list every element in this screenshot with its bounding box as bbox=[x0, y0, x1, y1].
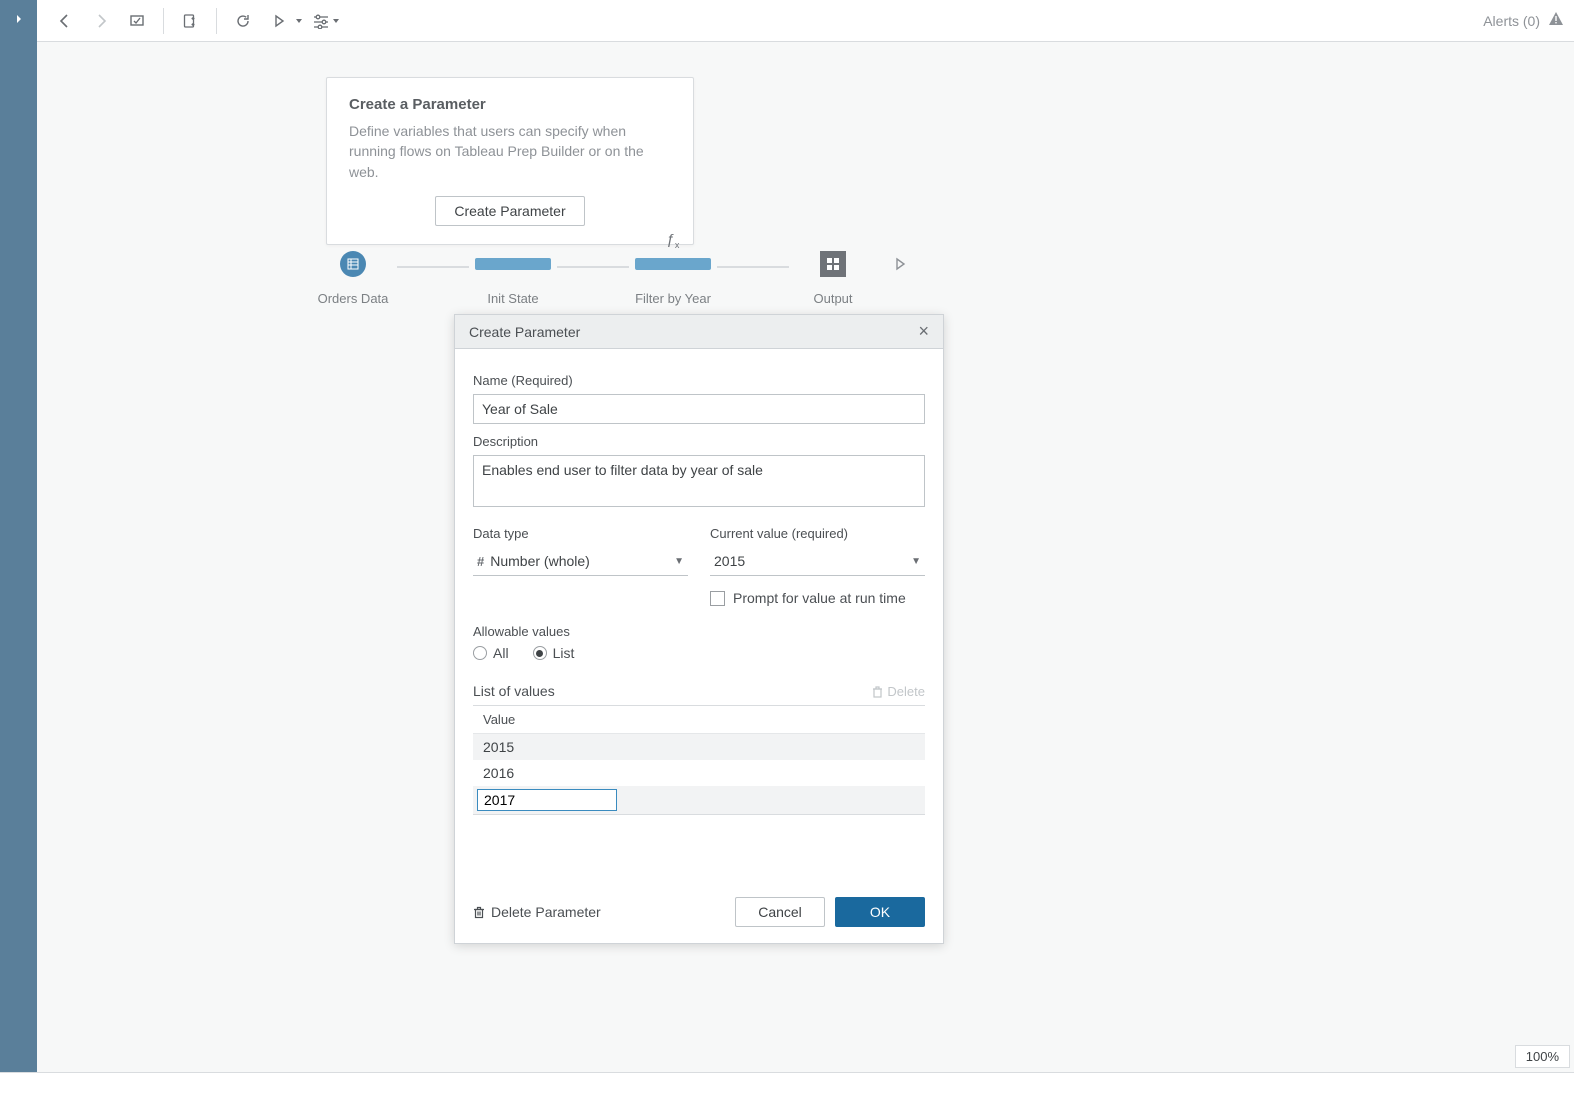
toolbar-separator-2 bbox=[216, 8, 217, 34]
presentation-button[interactable] bbox=[122, 6, 152, 36]
tip-description: Define variables that users can specify … bbox=[349, 121, 671, 182]
flow-link bbox=[557, 266, 629, 268]
datasource-icon bbox=[340, 251, 366, 277]
step-icon bbox=[635, 258, 711, 270]
value-row[interactable]: 2016 bbox=[473, 760, 925, 786]
create-parameter-button[interactable]: Create Parameter bbox=[435, 196, 584, 226]
value-edit-input[interactable] bbox=[477, 789, 617, 811]
flow-link bbox=[397, 266, 469, 268]
flow-node-label: Orders Data bbox=[318, 291, 389, 306]
allow-all-label: All bbox=[493, 645, 509, 661]
delete-parameter-button[interactable]: Delete Parameter bbox=[473, 904, 601, 920]
dialog-header: Create Parameter × bbox=[455, 315, 943, 349]
datatype-value: Number (whole) bbox=[490, 553, 590, 569]
save-button[interactable] bbox=[175, 6, 205, 36]
chevron-down-icon: ▼ bbox=[674, 556, 684, 567]
list-of-values-label: List of values bbox=[473, 683, 555, 699]
flow-link bbox=[717, 266, 789, 268]
allow-list-label: List bbox=[553, 645, 575, 661]
allow-list-radio[interactable]: List bbox=[533, 645, 575, 661]
settings-button[interactable] bbox=[311, 6, 341, 36]
run-button[interactable] bbox=[264, 6, 294, 36]
flow-node-output[interactable]: Output bbox=[787, 251, 879, 306]
name-label: Name (Required) bbox=[473, 373, 925, 388]
flow-node-label: Output bbox=[813, 291, 852, 306]
toolbar-separator-1 bbox=[163, 8, 164, 34]
allowable-values-label: Allowable values bbox=[473, 624, 925, 639]
description-label: Description bbox=[473, 434, 925, 449]
run-dropdown[interactable] bbox=[293, 6, 305, 36]
sidebar-expand-button[interactable] bbox=[0, 0, 37, 38]
current-value-select[interactable]: 2015 ▼ bbox=[710, 547, 925, 576]
current-value: 2015 bbox=[714, 553, 745, 569]
flow-node-filter-by-year[interactable]: ƒx Filter by Year bbox=[627, 251, 719, 306]
allow-all-radio[interactable]: All bbox=[473, 645, 509, 661]
forward-button[interactable] bbox=[86, 6, 116, 36]
back-button[interactable] bbox=[50, 6, 80, 36]
flow-node-orders-data[interactable]: Orders Data bbox=[307, 251, 399, 306]
parameter-glyph-icon: ƒx bbox=[667, 231, 680, 250]
flow-node-label: Init State bbox=[487, 291, 538, 306]
cancel-button[interactable]: Cancel bbox=[735, 897, 825, 927]
flow-node-label: Filter by Year bbox=[635, 291, 711, 306]
alert-icon[interactable] bbox=[1548, 11, 1564, 30]
toolbar: Alerts (0) bbox=[37, 0, 1574, 42]
status-bar bbox=[0, 1072, 1574, 1096]
flow-canvas[interactable]: Create a Parameter Define variables that… bbox=[37, 42, 1574, 1072]
create-parameter-tip-card: Create a Parameter Define variables that… bbox=[326, 77, 694, 245]
values-header: Value bbox=[473, 706, 925, 734]
sidebar-gutter bbox=[0, 38, 37, 1072]
value-row[interactable]: 2015 bbox=[473, 734, 925, 760]
flow-diagram: Orders Data Init State ƒx Filter by Year… bbox=[307, 251, 907, 306]
step-icon bbox=[475, 258, 551, 270]
close-icon[interactable]: × bbox=[918, 321, 929, 342]
flow-node-init-state[interactable]: Init State bbox=[467, 251, 559, 306]
refresh-button[interactable] bbox=[228, 6, 258, 36]
datatype-label: Data type bbox=[473, 526, 688, 541]
description-input[interactable] bbox=[473, 455, 925, 507]
chevron-down-icon: ▼ bbox=[911, 556, 921, 567]
prompt-checkbox[interactable] bbox=[710, 591, 725, 606]
output-icon bbox=[820, 251, 846, 277]
tip-title: Create a Parameter bbox=[349, 96, 671, 113]
prompt-label: Prompt for value at run time bbox=[733, 590, 906, 606]
number-icon: # bbox=[477, 554, 484, 569]
zoom-level[interactable]: 100% bbox=[1515, 1045, 1570, 1068]
current-value-label: Current value (required) bbox=[710, 526, 925, 541]
dialog-title: Create Parameter bbox=[469, 324, 580, 340]
name-input[interactable] bbox=[473, 394, 925, 424]
datatype-select[interactable]: # Number (whole) ▼ bbox=[473, 547, 688, 576]
values-table: Value 2015 2016 bbox=[473, 705, 925, 815]
delete-value-button[interactable]: Delete bbox=[872, 684, 925, 699]
create-parameter-dialog: Create Parameter × Name (Required) Descr… bbox=[454, 314, 944, 944]
value-row-editing[interactable] bbox=[473, 786, 925, 814]
alerts-indicator[interactable]: Alerts (0) bbox=[1483, 13, 1540, 29]
ok-button[interactable]: OK bbox=[835, 897, 925, 927]
run-output-button[interactable] bbox=[893, 257, 907, 276]
